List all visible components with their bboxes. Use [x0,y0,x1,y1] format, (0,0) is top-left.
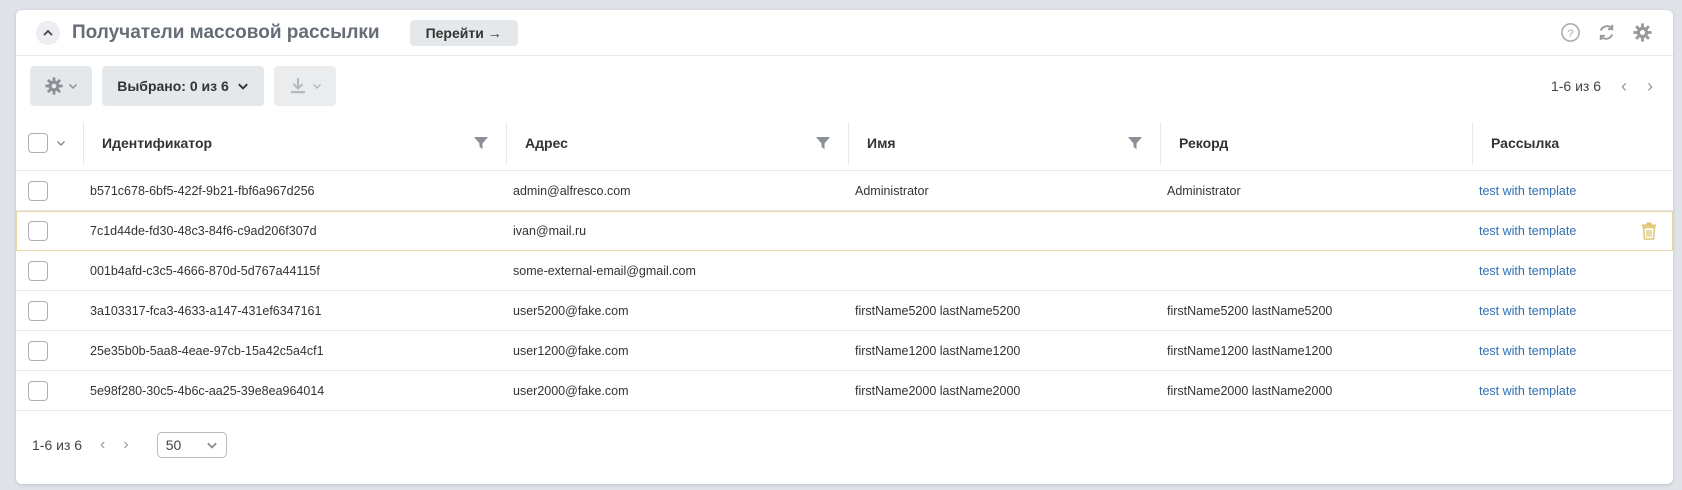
page-size-value: 50 [165,437,182,453]
mailing-link[interactable]: test with template [1479,304,1576,318]
cell-name: firstName2000 lastName2000 [849,370,1161,411]
cell-name [849,250,1161,291]
pager-info: 1-6 из 6 [32,437,83,453]
table-row[interactable]: b571c678-6bf5-422f-9b21-fbf6a967d256 adm… [16,170,1673,211]
cell-name: firstName5200 lastName5200 [849,290,1161,331]
cell-id: b571c678-6bf5-422f-9b21-fbf6a967d256 [84,170,507,211]
filter-icon[interactable] [473,135,489,151]
column-header-name[interactable]: Имя [849,116,1161,171]
cell-id: 3a103317-fca3-4633-a147-431ef6347161 [84,290,507,331]
row-checkbox[interactable] [28,300,48,321]
pager-info: 1-6 из 6 [1550,78,1601,94]
table-row[interactable]: 001b4afd-c3c5-4666-870d-5d767a44115f som… [16,250,1673,291]
cell-id: 7c1d44de-fd30-48c3-84f6-c9ad206f307d [84,210,507,251]
help-icon[interactable]: ? [1559,22,1581,44]
row-checkbox[interactable] [28,220,48,241]
cell-name [849,210,1161,251]
chevron-down-icon [237,83,248,90]
chevron-up-icon [43,29,53,36]
column-header-address[interactable]: Адрес [507,116,849,171]
cell-address: some-external-email@gmail.com [507,250,849,291]
cell-name: Administrator [849,170,1161,211]
goto-button[interactable]: Перейти → [409,19,518,46]
row-checkbox[interactable] [28,380,48,401]
select-all-header [16,116,84,171]
row-checkbox[interactable] [28,260,48,281]
selection-label: Выбрано: 0 из 6 [117,78,229,94]
filter-icon[interactable] [815,135,831,151]
next-page-icon[interactable]: › [123,436,128,454]
cell-id: 5e98f280-30c5-4b6c-aa25-39e8ea964014 [84,370,507,411]
row-checkbox[interactable] [28,340,48,361]
select-all-checkbox[interactable] [28,133,48,153]
column-header-id[interactable]: Идентификатор [84,116,507,171]
table-row[interactable]: 5e98f280-30c5-4b6c-aa25-39e8ea964014 use… [16,370,1673,411]
recipients-panel: Получатели массовой рассылки Перейти → ?… [16,10,1673,484]
prev-page-icon[interactable]: ‹ [1621,77,1627,95]
mailing-link[interactable]: test with template [1479,344,1576,358]
footer-pager: 1-6 из 6 ‹ › 50 [16,411,1673,479]
actions-dropdown[interactable] [30,66,92,106]
mailing-link[interactable]: test with template [1479,264,1576,278]
collapse-button[interactable] [36,20,60,45]
selection-dropdown[interactable]: Выбрано: 0 из 6 [102,66,264,106]
cell-record [1161,210,1473,251]
refresh-icon[interactable] [1595,22,1617,44]
cell-record: Administrator [1161,170,1473,211]
cell-address: admin@alfresco.com [507,170,849,211]
cell-record: firstName5200 lastName5200 [1161,290,1473,331]
cell-record: firstName2000 lastName2000 [1161,370,1473,411]
cell-id: 001b4afd-c3c5-4666-870d-5d767a44115f [84,250,507,291]
cell-record: firstName1200 lastName1200 [1161,330,1473,371]
toolbar: Выбрано: 0 из 6 1-6 из 6 ‹ › [16,56,1673,116]
recipients-table: Идентификатор Адрес Имя Рекорд Рассылка … [16,116,1673,411]
cell-record [1161,250,1473,291]
next-page-icon[interactable]: › [1647,77,1653,95]
cell-address: user2000@fake.com [507,370,849,411]
table-row[interactable]: 25e35b0b-5aa8-4eae-97cb-15a42c5a4cf1 use… [16,330,1673,371]
prev-page-icon[interactable]: ‹ [100,436,105,454]
svg-text:?: ? [1567,28,1573,40]
mailing-link[interactable]: test with template [1479,384,1576,398]
table-row[interactable]: 7c1d44de-fd30-48c3-84f6-c9ad206f307d iva… [16,210,1673,251]
download-icon [291,78,305,94]
column-header-mailing[interactable]: Рассылка [1473,116,1673,171]
chevron-down-icon[interactable] [56,138,66,148]
row-checkbox[interactable] [28,180,48,201]
chevron-down-icon [206,442,217,449]
panel-header: Получатели массовой рассылки Перейти → ? [16,10,1673,56]
gear-icon [45,77,63,95]
cell-address: ivan@mail.ru [507,210,849,251]
trash-icon[interactable] [1641,222,1667,240]
cell-address: user1200@fake.com [507,330,849,371]
settings-gear-icon[interactable] [1631,22,1653,44]
cell-name: firstName1200 lastName1200 [849,330,1161,371]
chevron-down-icon [312,83,322,90]
column-header-record[interactable]: Рекорд [1161,116,1473,171]
cell-address: user5200@fake.com [507,290,849,331]
table-row[interactable]: 3a103317-fca3-4633-a147-431ef6347161 use… [16,290,1673,331]
page-title: Получатели массовой рассылки [72,21,380,43]
chevron-down-icon [68,83,78,90]
filter-icon[interactable] [1127,135,1143,151]
page-size-select[interactable]: 50 [156,432,227,458]
mailing-link[interactable]: test with template [1479,224,1576,238]
cell-id: 25e35b0b-5aa8-4eae-97cb-15a42c5a4cf1 [84,330,507,371]
download-dropdown[interactable] [274,66,336,106]
top-pager: 1-6 из 6 ‹ › [1551,77,1659,95]
mailing-link[interactable]: test with template [1479,184,1576,198]
